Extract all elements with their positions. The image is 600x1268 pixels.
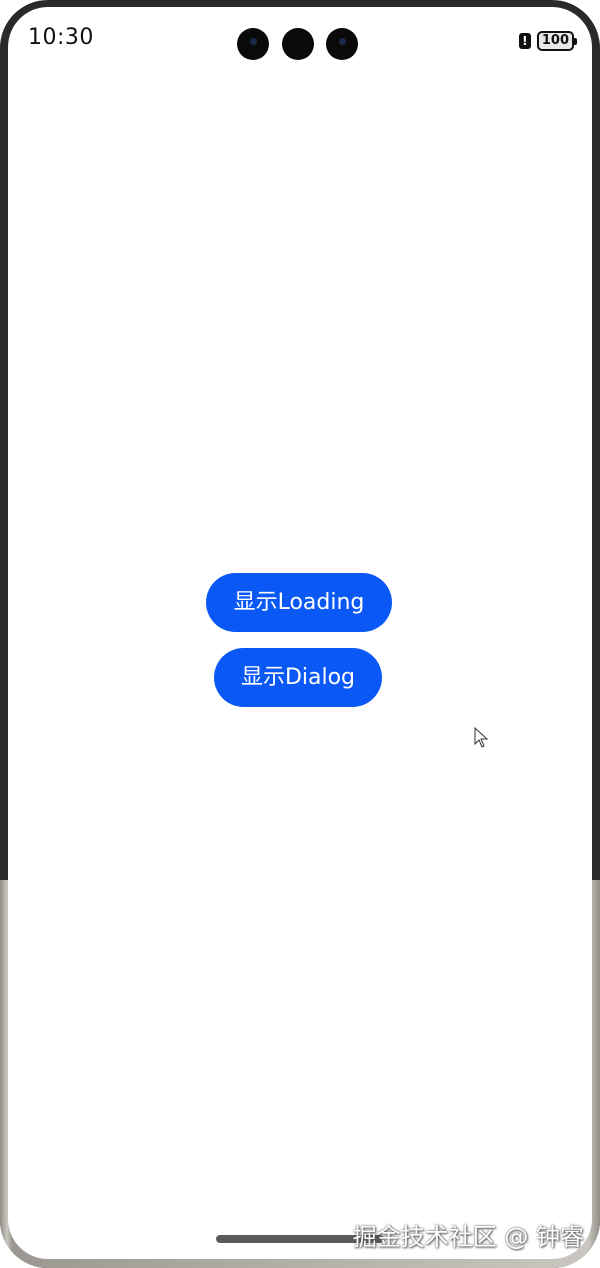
watermark: 掘金技术社区 @ 钟睿 [352,1223,584,1251]
camera-icon [282,28,314,60]
status-time: 10:30 [28,25,94,50]
status-indicators: ! 100 [518,31,578,51]
camera-cutout [237,28,359,62]
show-loading-button[interactable]: 显示Loading [206,573,392,632]
battery-icon: 100 [536,31,578,51]
alert-icon: ! [518,33,531,49]
device-frame: 10:30 ! 100 显示Loading 显示Dialog 掘金技术社区 @ … [0,0,600,1268]
camera-icon [326,28,358,60]
camera-icon [237,28,269,60]
battery-level: 100 [541,33,569,48]
app-screen: 10:30 ! 100 显示Loading 显示Dialog 掘金技术社区 @ … [8,7,592,1259]
show-dialog-button[interactable]: 显示Dialog [214,648,382,707]
cursor-icon [474,727,489,748]
